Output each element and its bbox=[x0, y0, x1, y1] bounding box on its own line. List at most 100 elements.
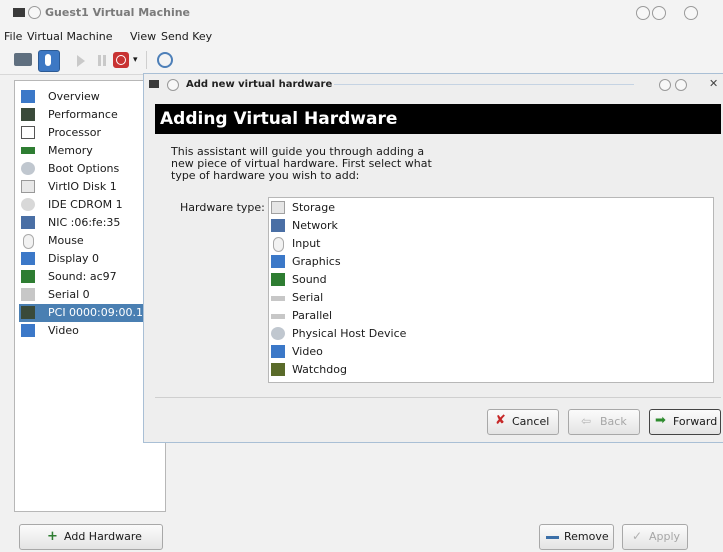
menu-virtual-machine[interactable]: Virtual Machine bbox=[27, 30, 113, 43]
hardware-type-label-text: Video bbox=[292, 345, 323, 358]
plus-icon: + bbox=[47, 529, 58, 544]
details-icon[interactable] bbox=[38, 50, 60, 72]
video-icon bbox=[271, 345, 285, 358]
dialog-close-icon[interactable]: ✕ bbox=[709, 77, 718, 90]
dialog-header: Adding Virtual Hardware bbox=[155, 104, 721, 134]
dialog-intro-text: This assistant will guide you through ad… bbox=[171, 145, 432, 182]
sidebar-item-serial[interactable]: Serial 0 bbox=[19, 286, 161, 304]
fullscreen-icon[interactable] bbox=[157, 52, 173, 68]
hardware-type-label-text: Sound bbox=[292, 273, 327, 286]
main-window-title: Guest1 Virtual Machine bbox=[45, 6, 191, 19]
hardware-type-network[interactable]: Network bbox=[270, 217, 670, 235]
sidebar-item-virtio-disk[interactable]: VirtIO Disk 1 bbox=[19, 178, 161, 196]
dialog-title: Add new virtual hardware bbox=[186, 79, 333, 90]
cancel-button[interactable]: ✘ Cancel bbox=[487, 409, 559, 435]
hardware-type-storage[interactable]: Storage bbox=[270, 199, 670, 217]
sidebar-item-ide-cdrom[interactable]: IDE CDROM 1 bbox=[19, 196, 161, 214]
hardware-type-watchdog[interactable]: Watchdog bbox=[270, 361, 670, 379]
main-window-titlebar: Guest1 Virtual Machine bbox=[0, 0, 723, 26]
apply-button[interactable]: ✓ Apply bbox=[622, 524, 688, 550]
maximize-icon[interactable] bbox=[652, 6, 666, 20]
window-menu-icon[interactable] bbox=[13, 8, 25, 17]
hardware-type-parallel[interactable]: Parallel bbox=[270, 307, 670, 325]
console-icon[interactable] bbox=[14, 53, 32, 66]
sidebar-item-pci[interactable]: PCI 0000:09:00.1 bbox=[19, 304, 161, 322]
back-button[interactable]: ⇦ Back bbox=[568, 409, 640, 435]
forward-button[interactable]: ➡ Forward bbox=[649, 409, 721, 435]
shutdown-icon[interactable] bbox=[113, 52, 129, 68]
sidebar-item-mouse[interactable]: Mouse bbox=[19, 232, 161, 250]
menu-send-key[interactable]: Send Key bbox=[161, 30, 212, 43]
sticky-icon[interactable] bbox=[28, 6, 41, 19]
minus-icon bbox=[546, 536, 559, 539]
pci-icon bbox=[21, 306, 35, 319]
dialog-menu-icon[interactable] bbox=[149, 80, 159, 88]
sidebar-item-processor[interactable]: Processor bbox=[19, 124, 161, 142]
dialog-titlebar: Add new virtual hardware ✕ bbox=[144, 74, 723, 96]
sidebar-item-nic[interactable]: NIC :06:fe:35 bbox=[19, 214, 161, 232]
menu-view[interactable]: View bbox=[130, 30, 156, 43]
sidebar-item-label: Performance bbox=[48, 108, 118, 121]
sidebar-item-memory[interactable]: Memory bbox=[19, 142, 161, 160]
menu-file[interactable]: File bbox=[4, 30, 22, 43]
mouse-icon bbox=[23, 234, 34, 249]
sidebar-item-label: Overview bbox=[48, 90, 100, 103]
sidebar-item-display[interactable]: Display 0 bbox=[19, 250, 161, 268]
sidebar-item-overview[interactable]: Overview bbox=[19, 88, 161, 106]
titlebar-decoration bbox=[334, 84, 634, 85]
network-icon bbox=[271, 219, 285, 232]
hardware-type-label-text: Serial bbox=[292, 291, 324, 304]
sidebar-item-label: Processor bbox=[48, 126, 101, 139]
sidebar-item-label: Memory bbox=[48, 144, 93, 157]
dialog-maximize-icon[interactable] bbox=[675, 79, 687, 91]
hardware-type-video[interactable]: Video bbox=[270, 343, 670, 361]
host-device-icon bbox=[271, 327, 285, 340]
memory-icon bbox=[21, 147, 35, 154]
watchdog-icon bbox=[271, 363, 285, 376]
dialog-separator bbox=[155, 397, 721, 398]
close-icon[interactable] bbox=[684, 6, 698, 20]
pause-icon[interactable] bbox=[98, 55, 101, 66]
sidebar-item-boot-options[interactable]: Boot Options bbox=[19, 160, 161, 178]
sidebar-item-performance[interactable]: Performance bbox=[19, 106, 161, 124]
hardware-type-serial[interactable]: Serial bbox=[270, 289, 670, 307]
cdrom-icon bbox=[21, 198, 35, 211]
dialog-minimize-icon[interactable] bbox=[659, 79, 671, 91]
hardware-type-label: Hardware type: bbox=[180, 201, 265, 214]
remove-button[interactable]: Remove bbox=[539, 524, 614, 550]
remove-label: Remove bbox=[564, 530, 609, 543]
chevron-down-icon[interactable]: ▾ bbox=[133, 55, 138, 65]
nic-icon bbox=[21, 216, 35, 229]
sidebar-item-label: VirtIO Disk 1 bbox=[48, 180, 117, 193]
hardware-type-label-text: Graphics bbox=[292, 255, 341, 268]
processor-icon bbox=[21, 126, 35, 139]
performance-icon bbox=[21, 108, 35, 121]
hardware-type-input[interactable]: Input bbox=[270, 235, 670, 253]
hardware-type-label-text: Input bbox=[292, 237, 321, 250]
cancel-icon: ✘ bbox=[495, 413, 506, 428]
sidebar-item-sound[interactable]: Sound: ac97 bbox=[19, 268, 161, 286]
forward-label: Forward bbox=[673, 415, 718, 428]
video-icon bbox=[21, 324, 35, 337]
cancel-label: Cancel bbox=[512, 415, 550, 428]
disk-icon bbox=[21, 180, 35, 193]
hardware-type-sound[interactable]: Sound bbox=[270, 271, 670, 289]
boot-options-icon bbox=[21, 162, 35, 175]
forward-arrow-icon: ➡ bbox=[655, 413, 666, 428]
hardware-type-physical-host-device[interactable]: Physical Host Device bbox=[270, 325, 670, 343]
sound-icon bbox=[271, 273, 285, 286]
add-hardware-button[interactable]: + Add Hardware bbox=[19, 524, 163, 550]
sidebar-item-video[interactable]: Video bbox=[19, 322, 161, 340]
sidebar-item-label: Mouse bbox=[48, 234, 84, 247]
hardware-type-label-text: Parallel bbox=[292, 309, 333, 322]
checkmark-icon: ✓ bbox=[632, 529, 643, 543]
sidebar-item-label: Display 0 bbox=[48, 252, 100, 265]
monitor-icon bbox=[21, 90, 35, 103]
sidebar-item-label: IDE CDROM 1 bbox=[48, 198, 123, 211]
minimize-icon[interactable] bbox=[636, 6, 650, 20]
toolbar: ▾ bbox=[0, 46, 723, 75]
hardware-type-graphics[interactable]: Graphics bbox=[270, 253, 670, 271]
dialog-sticky-icon[interactable] bbox=[167, 79, 179, 91]
sidebar-item-label: Video bbox=[48, 324, 79, 337]
run-icon[interactable] bbox=[77, 55, 85, 67]
